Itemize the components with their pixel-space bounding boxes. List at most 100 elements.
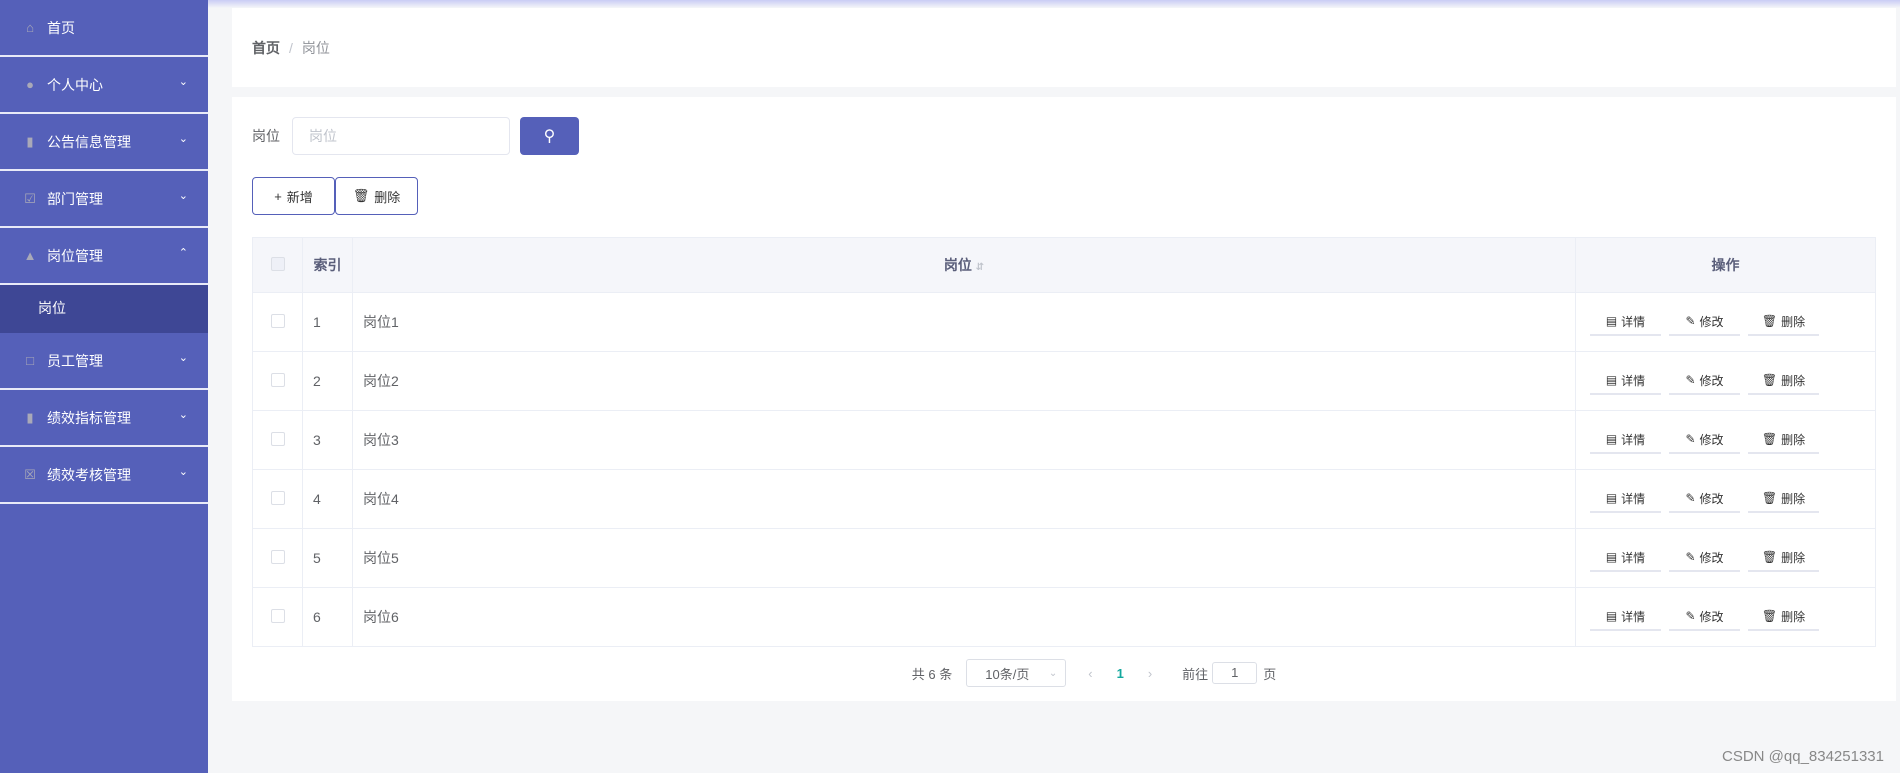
sidebar-item-5[interactable]: □ 员工管理 ⌄	[0, 333, 208, 390]
edit-button[interactable]: ✎ 修改	[1669, 367, 1740, 395]
delete-button[interactable]: 🗑 删除	[1748, 308, 1819, 336]
breadcrumb-home[interactable]: 首页	[252, 38, 280, 58]
chevron-down-icon: ⌄	[178, 466, 188, 478]
sidebar-item-7[interactable]: ☒ 绩效考核管理 ⌄	[0, 447, 208, 504]
row-checkbox[interactable]	[270, 313, 285, 328]
breadcrumb: 首页 / 岗位	[232, 8, 1896, 87]
row-index: 4	[302, 469, 353, 529]
search-input[interactable]: 岗位	[292, 117, 510, 155]
document-icon: ▤	[1605, 491, 1618, 505]
edit-button[interactable]: ✎ 修改	[1669, 603, 1740, 631]
sidebar-item-4[interactable]: ▲ 岗位管理 ⌃	[0, 228, 208, 285]
batch-delete-button[interactable]: 🗑 删除	[335, 177, 418, 215]
sidebar-item-6[interactable]: ▮ 绩效指标管理 ⌄	[0, 390, 208, 447]
next-page-icon[interactable]: ›	[1148, 666, 1152, 681]
sidebar-subitem-position[interactable]: 岗位	[0, 283, 208, 333]
row-actions: ▤ 详情 ✎ 修改 🗑 删除	[1575, 410, 1876, 470]
trash-icon: 🗑	[1761, 609, 1778, 623]
row-index: 6	[302, 587, 353, 647]
detail-label: 详情	[1621, 609, 1646, 624]
row-checkbox[interactable]	[270, 549, 285, 564]
detail-button[interactable]: ▤ 详情	[1590, 544, 1661, 572]
row-index: 2	[302, 351, 353, 411]
delete-button[interactable]: 🗑 删除	[1748, 485, 1819, 513]
delete-button[interactable]: 🗑 删除	[1748, 426, 1819, 454]
edit-button[interactable]: ✎ 修改	[1669, 426, 1740, 454]
breadcrumb-separator: /	[289, 39, 293, 56]
delete-button[interactable]: 🗑 删除	[1748, 544, 1819, 572]
row-checkbox[interactable]	[270, 608, 285, 623]
positions-table: 索引 岗位 ⇵ 操作 1 岗位1 ▤ 详情 ✎ 修改 🗑 删除 2 岗位2 ▤ 详情 ✎…	[252, 237, 1876, 647]
row-select-cell	[252, 410, 303, 470]
sidebar-item-3[interactable]: ☑ 部门管理 ⌄	[0, 171, 208, 228]
detail-button[interactable]: ▤ 详情	[1590, 603, 1661, 631]
trash-icon: 🗑	[1761, 491, 1778, 505]
row-position: 岗位5	[352, 528, 1576, 588]
content-card: 岗位 岗位 ⚲ + 新增 🗑 删除 索引 岗位 ⇵ 操作 1 岗位1 ▤ 详情 ✎ 修改…	[232, 97, 1896, 701]
detail-label: 详情	[1621, 373, 1646, 388]
select-all-cell	[252, 237, 303, 293]
pencil-icon: ✎	[1685, 550, 1696, 564]
search-label: 岗位	[252, 128, 280, 144]
edit-label: 修改	[1699, 432, 1724, 447]
edit-label: 修改	[1699, 314, 1724, 329]
row-position: 岗位2	[352, 351, 1576, 411]
detail-label: 详情	[1621, 432, 1646, 447]
table-row: 1 岗位1 ▤ 详情 ✎ 修改 🗑 删除	[252, 292, 1876, 352]
table-row: 2 岗位2 ▤ 详情 ✎ 修改 🗑 删除	[252, 351, 1876, 411]
add-button[interactable]: + 新增	[252, 177, 335, 215]
chevron-down-icon: ⌄	[178, 76, 188, 88]
edit-button[interactable]: ✎ 修改	[1669, 544, 1740, 572]
header-position[interactable]: 岗位 ⇵	[352, 237, 1576, 293]
microphone-icon: ▮	[26, 133, 34, 149]
detail-button[interactable]: ▤ 详情	[1590, 426, 1661, 454]
chevron-down-icon: ⌄	[178, 409, 188, 421]
select-all-checkbox[interactable]	[270, 256, 285, 271]
table-row: 4 岗位4 ▤ 详情 ✎ 修改 🗑 删除	[252, 469, 1876, 529]
detail-label: 详情	[1621, 314, 1646, 329]
row-checkbox[interactable]	[270, 431, 285, 446]
row-position: 岗位1	[352, 292, 1576, 352]
chevron-down-icon: ⌄	[178, 133, 188, 145]
delete-button[interactable]: 🗑 删除	[1748, 367, 1819, 395]
sidebar-item-2[interactable]: ▮ 公告信息管理 ⌄	[0, 114, 208, 171]
delete-label: 删除	[1781, 609, 1806, 624]
edit-label: 修改	[1699, 491, 1724, 506]
row-actions: ▤ 详情 ✎ 修改 🗑 删除	[1575, 528, 1876, 588]
row-checkbox[interactable]	[270, 372, 285, 387]
page-size-select[interactable]: 10条/页 ⌄	[966, 659, 1067, 687]
goto-page-input[interactable]: 1	[1212, 662, 1258, 684]
delete-label: 删除	[1781, 432, 1806, 447]
header-position-label: 岗位	[943, 257, 972, 273]
sidebar-item-label: 部门管理	[47, 190, 103, 207]
edit-button[interactable]: ✎ 修改	[1669, 485, 1740, 513]
trash-icon: 🗑	[1761, 373, 1778, 387]
pencil-icon: ✎	[1685, 491, 1696, 505]
sidebar-item-1[interactable]: ● 个人中心 ⌄	[0, 57, 208, 114]
sidebar: ⌂ 首页 ● 个人中心 ⌄ ▮ 公告信息管理 ⌄ ☑ 部门管理 ⌄ ▲ 岗位管理 ⌃ 岗位 □ 员工管理 ⌄ ▮ 绩效…	[0, 0, 208, 773]
sidebar-item-label: 个人中心	[47, 76, 103, 93]
pencil-icon: ✎	[1685, 314, 1696, 328]
detail-button[interactable]: ▤ 详情	[1590, 485, 1661, 513]
detail-button[interactable]: ▤ 详情	[1590, 308, 1661, 336]
delete-label: 删除	[374, 189, 401, 205]
table-row: 6 岗位6 ▤ 详情 ✎ 修改 🗑 删除	[252, 587, 1876, 647]
clipboard-x-icon: ☒	[24, 466, 36, 482]
sidebar-item-label: 绩效指标管理	[47, 409, 131, 426]
delete-button[interactable]: 🗑 删除	[1748, 603, 1819, 631]
prev-page-icon[interactable]: ‹	[1088, 666, 1092, 681]
pencil-icon: ✎	[1685, 609, 1696, 623]
sidebar-item-0[interactable]: ⌂ 首页	[0, 0, 208, 57]
page-number[interactable]: 1	[1117, 666, 1124, 681]
trash-icon: 🗑	[1761, 314, 1778, 328]
document-icon: ▤	[1605, 550, 1618, 564]
sidebar-item-label: 员工管理	[47, 352, 103, 369]
edit-button[interactable]: ✎ 修改	[1669, 308, 1740, 336]
edit-label: 修改	[1699, 609, 1724, 624]
search-button[interactable]: ⚲	[520, 117, 579, 155]
row-index: 1	[302, 292, 353, 352]
detail-button[interactable]: ▤ 详情	[1590, 367, 1661, 395]
row-checkbox[interactable]	[270, 490, 285, 505]
total-count: 共 6 条	[911, 666, 953, 682]
sort-icon[interactable]: ⇵	[976, 262, 984, 273]
